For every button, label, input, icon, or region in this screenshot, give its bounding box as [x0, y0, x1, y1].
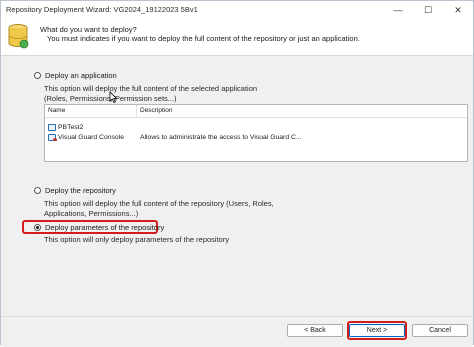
radio-deploy-parameters[interactable]	[34, 224, 41, 231]
option-description: This option will deploy the full content…	[44, 199, 274, 218]
wizard-window: Repository Deployment Wizard: VG2024_191…	[0, 0, 474, 347]
mouse-cursor-icon	[109, 91, 117, 103]
wizard-subtitle: You must indicates if you want to deploy…	[47, 34, 360, 43]
application-name: Visual Guard Console	[58, 133, 124, 141]
wizard-question: What do you want to deploy?	[40, 25, 137, 34]
radio-deploy-application[interactable]	[34, 72, 41, 79]
list-header: Name Description	[45, 105, 467, 118]
column-header-description[interactable]: Description	[137, 105, 176, 117]
window-title: Repository Deployment Wizard: VG2024_191…	[6, 5, 198, 14]
minimize-button[interactable]: —	[383, 1, 413, 19]
radio-deploy-repository[interactable]	[34, 187, 41, 194]
close-button[interactable]: ✕	[443, 1, 473, 19]
list-item-name: PBTest2	[45, 123, 137, 131]
application-name: PBTest2	[58, 123, 84, 131]
application-description: Allows to administrate the access to Vis…	[140, 133, 302, 141]
title-bar: Repository Deployment Wizard: VG2024_191…	[1, 1, 473, 19]
option-description: This option will only deploy parameters …	[44, 235, 230, 244]
applications-list[interactable]: Name Description PBTest2 Visual Guard Co…	[44, 104, 468, 162]
list-item[interactable]: Visual Guard Console Allows to administr…	[45, 132, 467, 142]
description-line: Applications, Permissions...)	[44, 208, 139, 218]
application-icon	[48, 123, 56, 131]
maximize-button[interactable]: ☐	[413, 1, 443, 19]
option-label: Deploy the repository	[45, 186, 116, 195]
list-item-name: Visual Guard Console	[45, 133, 137, 141]
description-line: This option will deploy the full content…	[44, 199, 274, 208]
list-item[interactable]: PBTest2	[45, 122, 467, 132]
next-button-highlight	[347, 321, 407, 340]
option-label: Deploy an application	[45, 71, 117, 80]
database-icon	[8, 24, 29, 49]
description-line: (Roles, Permissions, Permission sets...)	[44, 93, 177, 103]
back-button[interactable]: < Back	[287, 324, 343, 337]
application-icon	[48, 133, 57, 141]
option-label: Deploy parameters of the repository	[45, 223, 165, 232]
column-header-name[interactable]: Name	[45, 105, 137, 117]
option-deploy-application[interactable]: Deploy an application	[34, 71, 117, 80]
window-controls: — ☐ ✕	[383, 1, 473, 19]
option-deploy-parameters[interactable]: Deploy parameters of the repository	[34, 223, 164, 232]
option-description: This option will deploy the full content…	[44, 84, 257, 103]
option-deploy-repository[interactable]: Deploy the repository	[34, 186, 116, 195]
description-line: This option will deploy the full content…	[44, 84, 258, 93]
cancel-button[interactable]: Cancel	[412, 324, 468, 337]
